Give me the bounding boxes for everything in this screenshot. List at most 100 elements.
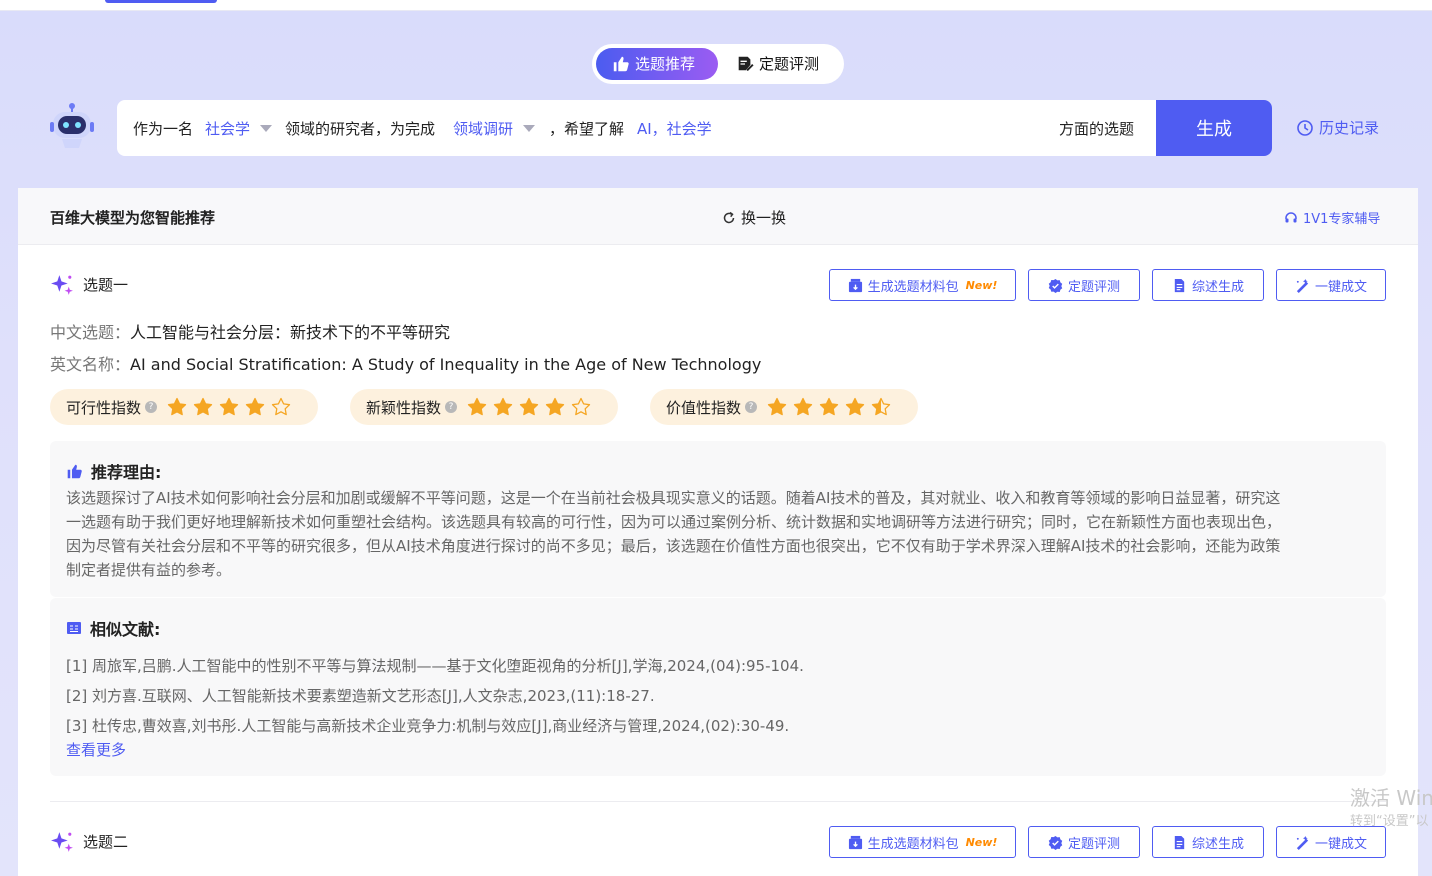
material-pack-label: 生成选题材料包 [867,279,959,295]
verified-badge-icon [1048,278,1063,293]
new-badge: New! [965,835,998,849]
evaluate-label: 定题评测 [1067,836,1120,852]
references-heading: 相似文献: [66,616,160,640]
refresh-icon [723,211,735,223]
star-filled-icon [493,397,513,416]
chinese-title: 人工智能与社会分层：新技术下的不平等研究 [130,323,451,342]
task-select-value: 领域调研 [453,120,514,138]
prompt-middle: 领域的研究者，为完成 [285,120,436,138]
document-icon [1174,835,1185,849]
sparkle-icon [51,275,73,295]
star-rating [167,397,291,417]
chinese-title-line: 中文选题：人工智能与社会分层：新技术下的不平等研究 [50,319,450,343]
tab-topic-recommend[interactable]: 选题推荐 [596,48,718,80]
tab-topic-evaluate[interactable]: 定题评测 [736,48,836,80]
nav-active-indicator [105,0,217,3]
verified-badge-icon [1048,835,1063,850]
review-label: 综述生成 [1191,836,1244,852]
value-score: 价值性指数? [650,389,918,425]
reference-item: [2] 刘方喜.互联网、人工智能新技术要素塑造新文艺形态[J],人文杂志,202… [66,687,655,705]
star-filled-icon [219,397,239,416]
one-click-label: 一键成文 [1314,279,1367,295]
feasibility-score: 可行性指数? [50,389,318,425]
package-icon [848,835,862,849]
reason-line: 制定者提供有益的参考。 [66,561,232,579]
panel-title: 百维大模型为您智能推荐 [50,209,216,227]
star-filled-icon [245,397,265,416]
one-click-write-button[interactable]: 一键成文 [1276,826,1386,858]
history-label: 历史记录 [1319,119,1380,137]
reason-title: 推荐理由: [91,463,162,482]
chevron-down-icon [260,125,273,132]
topic-evaluate-button[interactable]: 定题评测 [1028,269,1140,301]
star-filled-icon [167,397,187,416]
reference-item: [3] 杜传忠,曹效喜,刘书彤.人工智能与高新技术企业竞争力:机制与效应[J],… [66,717,790,735]
prompt-prefix: 作为一名 [133,120,194,138]
headset-icon [1285,211,1297,222]
recommend-reason-box: 推荐理由: 该选题探讨了AI技术如何影响社会分层和加剧或缓解不平等问题，这是一个… [50,441,1386,597]
reason-line: 该选题探讨了AI技术如何影响社会分层和加剧或缓解不平等问题，这是一个在当前社会极… [66,489,1281,507]
generate-button[interactable]: 生成 [1156,100,1272,156]
thumbs-up-icon [613,56,629,72]
history-link[interactable]: 历史记录 [1296,117,1379,138]
star-filled-icon [767,397,787,416]
star-rating [467,397,591,417]
score-label: 价值性指数 [666,398,742,417]
english-title-line: 英文名称：AI and Social Stratification: A Stu… [50,351,761,375]
material-pack-label: 生成选题材料包 [867,836,959,852]
topic-divider [50,801,1386,802]
tab-topic-evaluate-label: 定题评测 [759,55,820,73]
windows-activation-watermark-sub: 转到“设置”以 [1350,814,1429,829]
one-click-label: 一键成文 [1314,836,1367,852]
star-filled-icon [193,397,213,416]
novelty-score: 新颖性指数? [350,389,618,425]
topic-2-title: 选题二 [83,833,129,851]
score-label: 可行性指数 [66,398,142,417]
reason-text: 该选题探讨了AI技术如何影响社会分层和加剧或缓解不平等问题，这是一个在当前社会极… [66,486,1366,582]
doc-edit-icon [738,56,754,71]
windows-activation-watermark: 激活 Win [1350,786,1432,810]
recommend-panel: 百维大模型为您智能推荐 换一换 1V1专家辅导 选题一 生成选题材料包 New! … [18,188,1418,876]
generate-material-pack-button[interactable]: 生成选题材料包 New! [829,826,1016,858]
package-icon [848,278,862,292]
field-select-value: 社会学 [205,120,251,138]
similar-references-box: 相似文献: [1] 周旅军,吕鹏.人工智能中的性别不平等与算法规制——基于文化堕… [50,598,1386,776]
star-filled-icon [519,397,539,416]
english-title: AI and Social Stratification: A Study of… [130,355,762,374]
prompt-tail: 方面的选题 [1059,120,1135,138]
reason-line: 因为尽管有关社会分层和不平等的研究很多，但从AI技术角度进行探讨的尚不多见；最后… [66,537,1281,555]
star-empty-icon [271,397,291,416]
generate-material-pack-button[interactable]: 生成选题材料包 New! [829,269,1016,301]
review-generate-button[interactable]: 综述生成 [1152,826,1264,858]
mode-switch: 选题推荐 定题评测 [592,44,844,84]
help-icon[interactable]: ? [745,401,758,413]
review-generate-button[interactable]: 综述生成 [1152,269,1264,301]
evaluate-label: 定题评测 [1067,279,1120,295]
help-icon[interactable]: ? [445,401,458,413]
task-select[interactable]: 领域调研 [453,118,536,139]
topic-evaluate-button[interactable]: 定题评测 [1028,826,1140,858]
reason-line: 一选题有助于我们更好地理解新技术如何重塑社会结构。该选题具有较高的可行性，因为可… [66,513,1282,531]
tab-topic-recommend-label: 选题推荐 [635,55,696,73]
see-more-link[interactable]: 查看更多 [66,739,126,760]
star-filled-icon [793,397,813,416]
topic-1-title: 选题一 [83,276,129,294]
sparkle-icon [51,832,73,852]
expert-guidance-link[interactable]: 1V1专家辅导 [1284,208,1380,227]
english-title-label: 英文名称： [50,355,131,374]
references-title: 相似文献: [90,620,161,639]
reason-heading: 推荐理由: [66,459,161,483]
robot-mascot-icon [50,103,94,148]
literature-icon [67,622,81,634]
chevron-down-icon [523,125,536,132]
magic-pen-icon [1296,278,1309,293]
top-nav-bar [0,0,1432,11]
topics-input[interactable]: AI，社会学 [637,118,712,139]
help-icon[interactable]: ? [145,401,158,413]
refresh-button[interactable]: 换一换 [722,207,786,228]
one-click-write-button[interactable]: 一键成文 [1276,269,1386,301]
field-select[interactable]: 社会学 [205,118,273,139]
refresh-label: 换一换 [741,209,787,227]
score-label: 新颖性指数 [366,398,442,417]
star-filled-icon [845,397,865,416]
